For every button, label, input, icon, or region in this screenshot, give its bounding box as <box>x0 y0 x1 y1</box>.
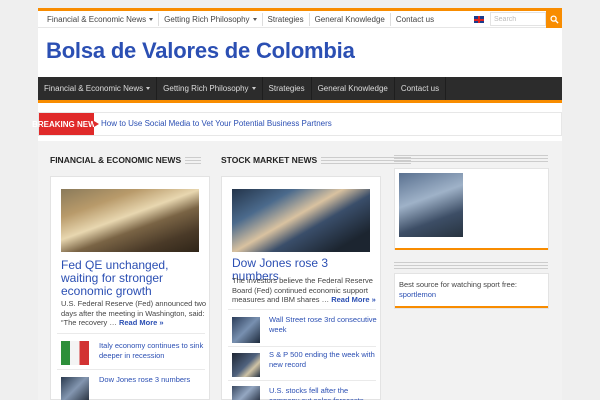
financial-news-title: FINANCIAL & ECONOMIC NEWS <box>50 155 202 165</box>
site-title[interactable]: Bolsa de Valores de Colombia <box>46 38 355 64</box>
stocks-fell-thumbnail[interactable] <box>232 386 260 400</box>
top-nav-item-rich[interactable]: Getting Rich Philosophy <box>159 13 263 26</box>
search-icon <box>549 15 559 24</box>
top-bar: Financial & Economic News Getting Rich P… <box>38 8 562 28</box>
sportlemon-link[interactable]: sportlemon <box>399 290 436 299</box>
divider <box>57 333 205 334</box>
uk-flag-icon[interactable] <box>474 16 484 23</box>
divider <box>228 346 376 347</box>
chevron-down-icon <box>149 18 154 21</box>
breaking-news-bar: BREAKING NEWS How to Use Social Media to… <box>32 112 562 136</box>
financial-headline[interactable]: Fed QE unchanged, waiting for stronger e… <box>61 259 206 298</box>
top-nav-item-financial[interactable]: Financial & Economic News <box>42 13 160 26</box>
financial-news-card: Fed QE unchanged, waiting for stronger e… <box>50 176 210 400</box>
breaking-news-link[interactable]: How to Use Social Media to Vet Your Pote… <box>101 119 332 128</box>
top-nav: Financial & Economic News Getting Rich P… <box>42 13 439 26</box>
top-nav-item-contact[interactable]: Contact us <box>391 13 439 26</box>
stock-read-more[interactable]: Read More » <box>331 295 376 304</box>
sidebar-text-widget: Best source for watching sport free: spo… <box>394 273 549 309</box>
sidebar-widget-title-2 <box>394 262 548 269</box>
fed-meeting-photo[interactable] <box>61 189 199 252</box>
widget-accent-bar <box>395 248 548 250</box>
top-nav-item-general[interactable]: General Knowledge <box>310 13 391 26</box>
divider <box>57 369 205 370</box>
trading-floor-photo[interactable] <box>232 189 370 252</box>
divider <box>228 380 376 381</box>
financial-read-more[interactable]: Read More » <box>119 318 164 327</box>
list-item[interactable]: U.S. stocks fell after the company cut s… <box>269 386 377 400</box>
main-nav-item-rich[interactable]: Getting Rich Philosophy <box>157 77 263 100</box>
main-nav-item-contact[interactable]: Contact us <box>395 77 447 100</box>
sidebar-widget-title <box>394 155 548 162</box>
list-item[interactable]: Italy economy continues to sink deeper i… <box>99 341 207 361</box>
chevron-down-icon <box>252 18 257 21</box>
main-nav-item-general[interactable]: General Knowledge <box>312 77 395 100</box>
list-item[interactable]: Dow Jones rose 3 numbers <box>99 375 207 385</box>
top-nav-item-strategies[interactable]: Strategies <box>263 13 310 26</box>
wall-street-thumbnail[interactable] <box>232 317 260 343</box>
widget-accent-bar <box>395 306 548 308</box>
sp500-thumbnail[interactable] <box>232 353 260 377</box>
title-lines-decoration <box>185 156 202 164</box>
stock-market-news-title: STOCK MARKET NEWS <box>221 155 412 165</box>
dow-jones-thumbnail[interactable] <box>61 377 89 400</box>
main-nav-item-financial[interactable]: Financial & Economic News <box>38 77 158 100</box>
italy-flag-thumbnail[interactable] <box>61 341 89 365</box>
list-item[interactable]: Wall Street rose 3rd consecutive week <box>269 315 377 335</box>
stock-excerpt: The investors believe the Federal Reserv… <box>232 276 376 304</box>
main-nav-item-strategies[interactable]: Strategies <box>263 77 312 100</box>
page: Financial & Economic News Getting Rich P… <box>32 8 562 400</box>
divider <box>228 309 376 310</box>
breaking-news-label: BREAKING NEWS <box>32 113 101 135</box>
search-input[interactable] <box>490 12 546 26</box>
search-button[interactable] <box>546 11 562 28</box>
chevron-down-icon <box>146 87 151 90</box>
financial-excerpt: U.S. Federal Reserve (Fed) announced two… <box>61 299 207 327</box>
stock-news-card: Dow Jones rose 3 numbers The investors b… <box>221 176 381 400</box>
title-lines-decoration <box>394 155 548 162</box>
sidebar-ad-widget <box>394 168 549 250</box>
list-item[interactable]: S & P 500 ending the week with new recor… <box>269 350 377 370</box>
sidebar-promo-text: Best source for watching sport free: spo… <box>399 280 517 299</box>
chevron-down-icon <box>251 87 256 90</box>
sidebar-ad-image[interactable] <box>399 173 463 237</box>
main-nav: Financial & Economic News Getting Rich P… <box>38 77 562 103</box>
title-lines-decoration <box>394 262 548 269</box>
